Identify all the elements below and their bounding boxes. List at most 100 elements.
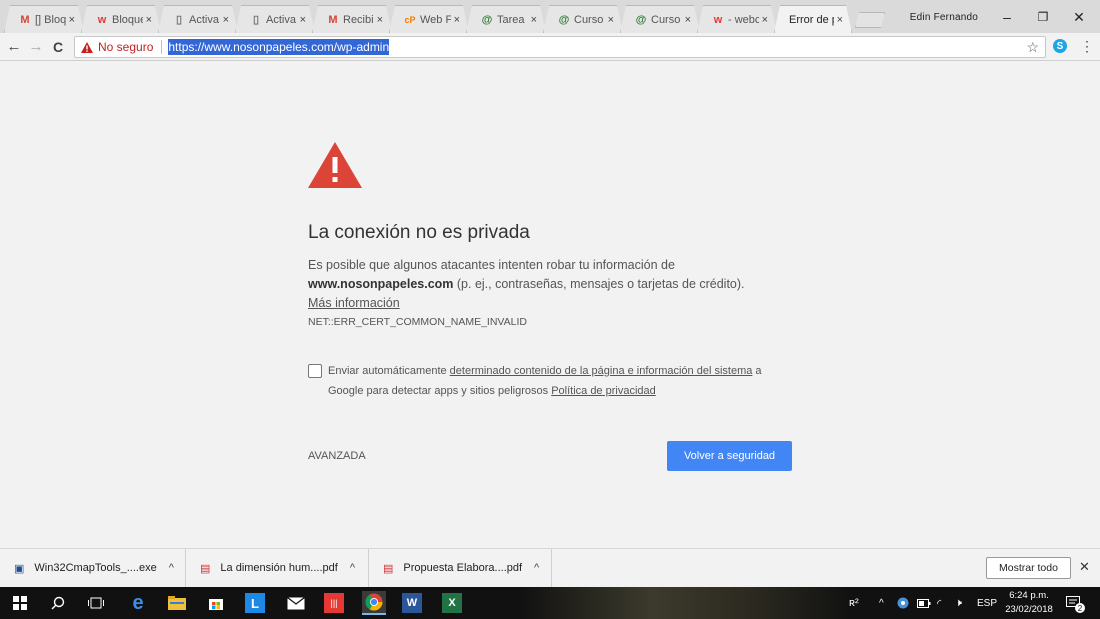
browser-tab[interactable]: M [] Bloq × (4, 5, 84, 33)
download-item[interactable]: ▣ Win32CmapTools_....exe ^ (0, 549, 186, 587)
excel-icon[interactable]: X (442, 593, 462, 613)
tab-close-icon[interactable]: × (685, 14, 691, 26)
clock-time: 6:24 p.m. (1009, 590, 1049, 601)
browser-tab[interactable]: w - webc × (697, 5, 777, 33)
close-shelf-icon[interactable]: ✕ (1079, 559, 1090, 575)
gmail-icon: M (328, 13, 338, 26)
address-bar[interactable]: No seguro https://www.nosonpapeles.com/w… (74, 36, 1046, 58)
download-filename: Win32CmapTools_....exe (34, 562, 157, 574)
chevron-up-icon[interactable]: ^ (169, 562, 174, 574)
browser-tab[interactable]: @ Curso × (620, 5, 700, 33)
profile-name[interactable]: Edin Fernando (910, 12, 978, 23)
new-tab-button[interactable] (855, 12, 885, 28)
edge-browser-icon[interactable]: e (126, 591, 150, 615)
wifi-icon[interactable]: ◜ (937, 587, 941, 619)
url-text[interactable]: https://www.nosonpapeles.com/wp-admin (168, 39, 390, 55)
w-icon: w (713, 13, 723, 26)
pdf-icon: ▤ (200, 562, 211, 575)
explanation-paragraph: Es posible que algunos atacantes intente… (308, 256, 758, 313)
search-icon[interactable] (46, 591, 70, 615)
restore-icon[interactable]: ❐ (1028, 6, 1058, 28)
separator (161, 40, 163, 54)
back-to-safety-button[interactable]: Volver a seguridad (667, 441, 792, 471)
intro-text: Es posible que algunos atacantes intente… (308, 258, 675, 272)
tab-close-icon[interactable]: × (531, 14, 537, 26)
advanced-button[interactable]: AVANZADA (308, 450, 366, 462)
battery-icon[interactable] (917, 587, 931, 619)
chevron-up-icon[interactable]: ^ (879, 587, 884, 619)
tab-close-icon[interactable]: × (300, 14, 306, 26)
browser-tab-active[interactable]: Error de pr × (774, 5, 852, 33)
start-windows-icon[interactable] (8, 591, 32, 615)
browser-tab[interactable]: M Recibi × (312, 5, 392, 33)
close-window-icon[interactable]: ✕ (1064, 6, 1094, 28)
browser-tab[interactable]: cP Web F × (389, 5, 469, 33)
browser-tab[interactable]: @ Tarea × (466, 5, 546, 33)
browser-tab[interactable]: @ Curso × (543, 5, 623, 33)
cp-icon: cP (404, 14, 416, 25)
interstitial-content: La conexión no es privada Es posible que… (308, 142, 808, 471)
tab-title: Web F (420, 13, 451, 26)
task-view-icon[interactable] (84, 591, 108, 615)
download-filename: La dimensión hum....pdf (220, 562, 338, 574)
file-explorer-icon[interactable] (165, 591, 189, 615)
tab-title: [] Bloq (35, 13, 66, 26)
download-shelf: ▣ Win32CmapTools_....exe ^ ▤ La dimensió… (0, 548, 1100, 587)
download-item[interactable]: ▤ La dimensión hum....pdf ^ (186, 549, 369, 587)
download-item[interactable]: ▤ Propuesta Elabora....pdf ^ (369, 549, 552, 587)
chrome-icon[interactable] (362, 591, 386, 615)
system-clock[interactable]: 6:24 p.m. 23/02/2018 (1003, 589, 1055, 617)
people-icon[interactable]: ʀ² (849, 587, 859, 619)
browser-tab[interactable]: w Bloque × (81, 5, 161, 33)
chevron-up-icon[interactable]: ^ (350, 562, 355, 574)
volume-icon[interactable]: 🕨 (955, 587, 962, 619)
mail-icon[interactable] (284, 591, 308, 615)
tab-close-icon[interactable]: × (69, 14, 75, 26)
report-checkbox[interactable] (308, 364, 322, 378)
more-info-link[interactable]: Más información (308, 296, 400, 310)
red-app-icon[interactable]: ||| (324, 593, 344, 613)
page-title: La conexión no es privada (308, 222, 530, 243)
tab-close-icon[interactable]: × (608, 14, 614, 26)
pdf-icon: ▤ (383, 562, 394, 575)
browser-tab[interactable]: ▯ Activa × (158, 5, 238, 33)
tab-title: Curso (574, 13, 604, 26)
warning-triangle-icon (308, 142, 362, 188)
checkbox-prefix-text: Enviar automáticamente (328, 365, 450, 377)
tab-title: Tarea (497, 13, 525, 26)
tab-title: Bloque (112, 13, 141, 26)
download-filename: Propuesta Elabora....pdf (403, 562, 523, 574)
tab-close-icon[interactable]: × (454, 14, 460, 26)
chevron-up-icon[interactable]: ^ (534, 562, 539, 574)
input-language[interactable]: ESP (977, 587, 997, 619)
skype-extension-icon[interactable]: S (1053, 39, 1067, 53)
checkbox-label: Enviar automáticamente determinado conte… (328, 361, 798, 401)
reload-icon[interactable]: C (47, 36, 69, 58)
minimize-icon[interactable]: – (992, 6, 1022, 28)
tab-close-icon[interactable]: × (223, 14, 229, 26)
action-center-icon[interactable]: 2 (1066, 587, 1085, 619)
back-arrow-icon[interactable]: ← (3, 36, 25, 58)
forward-arrow-icon[interactable]: → (25, 36, 47, 58)
error-code: NET::ERR_CERT_COMMON_NAME_INVALID (308, 316, 527, 328)
tab-close-icon[interactable]: × (837, 14, 843, 26)
document-icon: ▯ (252, 14, 260, 26)
browser-menu-icon[interactable]: ⋮ (1080, 38, 1094, 55)
show-all-downloads-button[interactable]: Mostrar todo (986, 557, 1071, 579)
app-l-icon[interactable]: L (245, 593, 265, 613)
browser-tab[interactable]: ▯ Activa × (235, 5, 315, 33)
privacy-policy-link[interactable]: Política de privacidad (551, 385, 656, 397)
system-info-link[interactable]: determinado contenido de la página e inf… (450, 365, 753, 377)
word-icon[interactable]: W (402, 593, 422, 613)
tab-title: Error de pr (789, 13, 829, 26)
tab-close-icon[interactable]: × (377, 14, 383, 26)
at-icon: @ (635, 13, 647, 26)
tray-app-icon[interactable] (897, 587, 909, 619)
tab-close-icon[interactable]: × (762, 14, 768, 26)
security-status[interactable]: No seguro (98, 40, 153, 54)
tab-close-icon[interactable]: × (146, 14, 152, 26)
bookmark-star-icon[interactable]: ☆ (1026, 39, 1039, 56)
taskbar-wallpaper (520, 587, 850, 619)
store-icon[interactable] (204, 591, 228, 615)
browser-toolbar: ← → C No seguro https://www.nosonpapeles… (0, 33, 1100, 61)
